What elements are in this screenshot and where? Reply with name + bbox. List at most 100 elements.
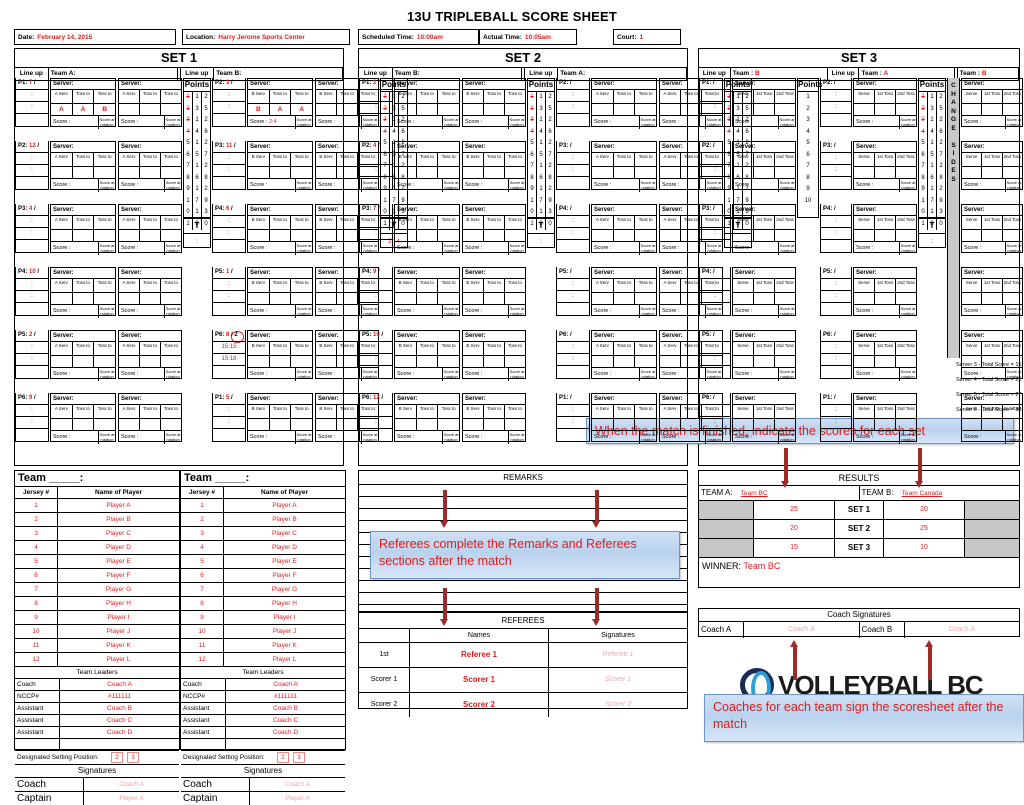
set-2-right-lineup-1-row[interactable] (557, 114, 589, 125)
set-3-colC-server-2-mark-3[interactable] (1003, 167, 1022, 178)
set-3-colB-lineup-4-row[interactable] (821, 303, 851, 314)
set-2-right-server-a-2-score-at-rotation[interactable]: Score at rotation (639, 179, 656, 192)
set-1-right-server-a-4[interactable]: Server: B Serv Toss to Toss to Score : Score … (247, 267, 313, 318)
set-2-right-lineup-2-row[interactable]: : (557, 153, 589, 165)
set-1-left-server-b-2-score-row[interactable]: Score : Score at rotation (119, 179, 181, 192)
remarks-line[interactable] (359, 509, 687, 521)
set-2-right-lineup-2-row[interactable]: : (557, 165, 589, 177)
set-3-colB-server-6-score-row[interactable]: Score : Score at rotation (854, 431, 916, 444)
roster-1-leader-row[interactable]: NCCP# #111111 (15, 691, 179, 703)
set-1-right-lineup-3-row[interactable]: : (213, 228, 245, 240)
set-2-right-server-a-1-mark-2[interactable] (614, 104, 636, 115)
set-1-left-server-a-3-mark-1[interactable] (51, 230, 73, 241)
set-3-colA-lineup-5-row[interactable]: : (700, 342, 730, 354)
set-1-left-server-a-1-score-row[interactable]: Score : Score at rotation (51, 116, 115, 129)
set-1-left-server-b-5-mark-3[interactable] (161, 356, 181, 367)
set-3-colA-points-cell[interactable]: 3 (798, 115, 818, 127)
set-1-left-server-a-5-mark-2[interactable] (73, 356, 95, 367)
set-2-left-server-a-1-mark-2[interactable] (417, 104, 439, 115)
set-3-colB-server-5[interactable]: Server: Serve 1st Toss 2nd Toss Score : Score… (853, 330, 917, 381)
set-2-left-server-a-3-score-at-rotation[interactable]: Score at rotation (442, 242, 459, 255)
set-1-right-server-a-3-mark-1[interactable] (248, 230, 270, 241)
set-2-left-server-a-6-mark-3[interactable] (438, 419, 459, 430)
set-2-left-lineup-6-row[interactable]: : (360, 417, 392, 429)
set-2-left-server-b-5-mark-2[interactable] (484, 356, 505, 367)
set-2-left-lineup-6-row[interactable] (360, 429, 392, 440)
set-3-colA-lineup-2-row[interactable]: : (700, 153, 730, 165)
set-2-left-server-a-1-mark-1[interactable] (395, 104, 417, 115)
set-2-right-server-a-2-mark-row[interactable] (592, 167, 656, 179)
set-3-colB-lineup-3-row[interactable] (821, 240, 851, 251)
set-1-right-server-a-1-score-row[interactable]: Score : 2:4 Score at rotation (248, 116, 312, 129)
set-1-left-lineup-5-row[interactable] (16, 366, 48, 377)
set-2-left-points-cell[interactable]: 3 (537, 104, 545, 116)
set-3-colC-server-2-mark-row[interactable] (962, 167, 1022, 179)
set-1-right-server-a-4-score-row[interactable]: Score : Score at rotation (248, 305, 312, 318)
roster-1-signature-row[interactable]: Captain Player A (15, 792, 179, 805)
roster-2-leader-row[interactable]: Assistant Coach B (181, 703, 345, 715)
set-2-left-server-a-4-score-at-rotation[interactable]: Score at rotation (442, 305, 459, 318)
set-2-left-points-cell[interactable]: 9 (528, 184, 536, 196)
set-1-left-lineup-2-row[interactable]: : (16, 153, 48, 165)
set-2-left-server-b-3-mark-3[interactable] (505, 230, 525, 241)
set-2-right-lineup-4-row[interactable]: : (557, 291, 589, 303)
set-2-left-server-a-5-score-at-rotation[interactable]: Score at rotation (442, 368, 459, 381)
set-1-right-server-a-3-score-row[interactable]: Score : Score at rotation (248, 242, 312, 255)
set-2-left-server-b-5-score-row[interactable]: Score : Score at rotation (463, 368, 525, 381)
set-2-left-server-a-3-mark-2[interactable] (417, 230, 439, 241)
set-2-right-server-a-4-mark-1[interactable] (592, 293, 614, 304)
set-1-right-server-a-3-score-at-rotation[interactable]: Score at rotation (295, 242, 312, 255)
location-field[interactable]: Location: Harry Jerome Sports Center (182, 29, 350, 45)
set-3-colA-server-1-score-row[interactable]: Score : Score at rotation (733, 116, 795, 129)
set-1-left-lineup-2-row[interactable]: : (16, 165, 48, 177)
set-2-left-server-a-6-mark-1[interactable] (395, 419, 417, 430)
set-2-left-points-cell[interactable]: 1 (537, 161, 545, 173)
set-3-colA-points-cell[interactable]: 10 (798, 196, 818, 208)
set-1-left-server-b-5-score-row[interactable]: Score : Score at rotation (119, 368, 181, 381)
set-1-left-points-cell[interactable]: 4 (193, 127, 201, 139)
set-2-right-lineup-4-row[interactable] (557, 303, 589, 314)
set-1-right-server-b-2-mark-2[interactable] (337, 167, 358, 178)
set-1-left-server-a-5[interactable]: Server: A Serv Toss to Toss to Score : Score … (50, 330, 116, 381)
set-2-left-server-a-2-mark-3[interactable] (438, 167, 459, 178)
roster-2-dsp-value[interactable]: 2 (277, 752, 289, 763)
set-2-left-lineup-1-row[interactable]: : (360, 102, 392, 114)
set-1-left-server-a-1-mark-1[interactable]: A (51, 104, 73, 115)
set-1-right-lineup-6[interactable]: P1: 5 /:: (212, 393, 246, 442)
set-3-colC-server-2-mark-2[interactable] (982, 167, 1003, 178)
set-2-left-points-cell[interactable]: 1 (537, 115, 545, 127)
set-2-left-server-b-3-mark-2[interactable] (484, 230, 505, 241)
set-2-right-lineup-3[interactable]: P4: /:: (556, 204, 590, 253)
set-1-right-points-cell[interactable]: 4 (381, 127, 389, 139)
set-3-colB-server-4[interactable]: Server: Serve 1st Toss 2nd Toss Score : Score… (853, 267, 917, 318)
set-3-colA-lineup-1-row[interactable] (700, 114, 730, 125)
set-1-left-server-b-6-mark-3[interactable] (161, 419, 181, 430)
coach-sig-value[interactable]: Coach A (905, 622, 1020, 638)
set-1-left-server-b-4-mark-2[interactable] (140, 293, 161, 304)
table-row[interactable]: 11 Player K (15, 639, 179, 653)
set-3-colB-lineup-4[interactable]: P5: /:: (820, 267, 852, 316)
set-1-right-server-a-3[interactable]: Server: B Serv Toss to Toss to Score : Score … (247, 204, 313, 255)
set-2-right-lineup-1-row[interactable]: : (557, 90, 589, 102)
set-3-colC-server-3-score-row[interactable]: Score : Score at rotation (962, 242, 1022, 255)
set-1-left-lineup-3-row[interactable] (16, 240, 48, 251)
table-row[interactable]: 11 Player K (181, 639, 345, 653)
set-3-colA-lineup-2-row[interactable] (700, 177, 730, 188)
set-1-left-points-cell[interactable]: 3 (184, 115, 192, 127)
set-2-left-points-cell[interactable]: 2 (528, 104, 536, 116)
set-3-colC-server-1-mark-2[interactable] (982, 104, 1003, 115)
set-1-right-lineup-3-row[interactable]: : (213, 216, 245, 228)
set-2-right-server-a-4-mark-2[interactable] (614, 293, 636, 304)
set-1-right-lineup-5-extra[interactable]: 15:18 (213, 354, 245, 366)
set-2-left-points-cell[interactable]: 2 (546, 92, 554, 104)
set-1-left-server-b-3-mark-row[interactable] (119, 230, 181, 242)
set-2-right-server-a-2-mark-2[interactable] (614, 167, 636, 178)
set-2-left-server-b-1-score-at-rotation[interactable]: Score at rotation (508, 116, 525, 129)
set-3-colB-points-cell[interactable]: 8 (937, 173, 945, 185)
set-3-colA-server-1-mark-2[interactable] (754, 104, 775, 115)
set-1-left-server-a-1-mark-row[interactable]: AAB (51, 104, 115, 116)
set-3-colB-server-6-mark-1[interactable] (854, 419, 875, 430)
set-3-colC-server-3-mark-3[interactable] (1003, 230, 1022, 241)
set-2-right-server-a-6-mark-1[interactable] (592, 419, 614, 430)
set-1-left-server-b-4-score-row[interactable]: Score : Score at rotation (119, 305, 181, 318)
